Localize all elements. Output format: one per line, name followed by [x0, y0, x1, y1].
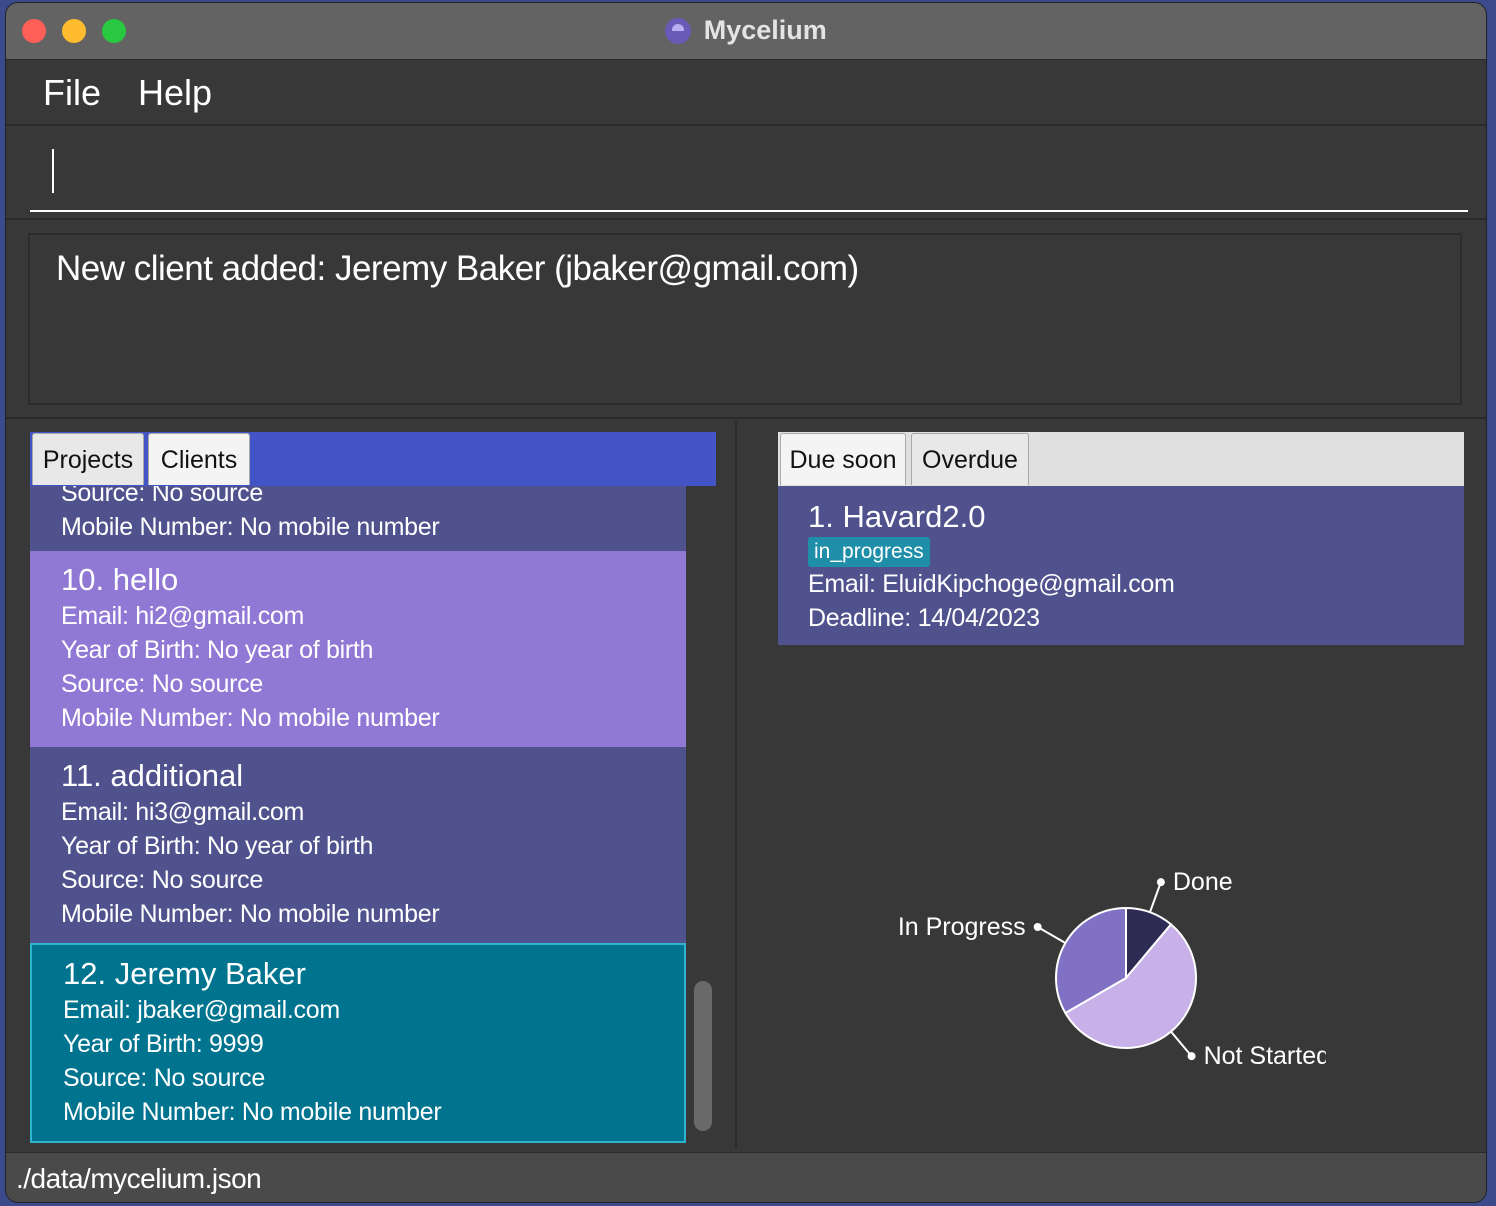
client-name: 10. hello [61, 562, 179, 597]
client-mobile: Mobile Number: No mobile number [61, 900, 440, 928]
pie-label-dot [1033, 923, 1042, 931]
command-input[interactable] [30, 144, 1468, 212]
menu-bar: File Help [6, 60, 1486, 126]
client-email: Email: hi2@gmail.com [61, 602, 305, 630]
client-source: Source: No source [63, 1064, 265, 1092]
project-email: Email: EluidKipchoge@gmail.com [808, 570, 1175, 598]
client-card[interactable]: Source: No source Mobile Number: No mobi… [30, 486, 686, 551]
left-tab-bar: Projects Clients [30, 432, 716, 486]
project-deadline: Deadline: 14/04/2023 [808, 604, 1040, 632]
tab-clients[interactable]: Clients [148, 433, 250, 485]
client-email: Email: hi3@gmail.com [61, 798, 305, 826]
project-status-pie-chart: Done Not Started In Progress [898, 868, 1326, 1070]
client-name: 12. Jeremy Baker [63, 956, 306, 991]
client-email: Email: jbaker@gmail.com [63, 996, 340, 1024]
client-source: Source: No source [61, 486, 263, 507]
client-year-of-birth: Year of Birth: No year of birth [61, 832, 374, 860]
client-year-of-birth: Year of Birth: 9999 [63, 1030, 264, 1058]
project-card[interactable]: 1. Havard2.0 in_progress Email: EluidKip… [778, 486, 1464, 645]
result-display: New client added: Jeremy Baker (jbaker@g… [28, 233, 1462, 405]
client-source: Source: No source [61, 670, 263, 698]
pie-label-line [1170, 1030, 1193, 1057]
status-bar: ./data/mycelium.json [6, 1152, 1486, 1202]
result-message: New client added: Jeremy Baker (jbaker@g… [56, 249, 859, 288]
menu-help[interactable]: Help [138, 72, 212, 114]
pie-label: Done [1173, 868, 1233, 896]
client-list-scroll-thumb[interactable] [694, 981, 712, 1131]
right-tab-bar: Due soon Overdue [778, 432, 1464, 486]
pie-label-line [1037, 926, 1066, 944]
app-window: Mycelium File Help New client added: Jer… [6, 3, 1486, 1202]
tab-due-soon[interactable]: Due soon [780, 433, 906, 485]
client-year-of-birth: Year of Birth: No year of birth [61, 636, 374, 664]
tab-overdue[interactable]: Overdue [911, 433, 1029, 485]
client-list[interactable]: Source: No source Mobile Number: No mobi… [30, 486, 686, 1146]
client-name: 11. additional [61, 758, 244, 793]
project-name: 1. Havard2.0 [808, 499, 986, 534]
pie-label: Not Started [1204, 1042, 1326, 1070]
title-bar: Mycelium [6, 3, 1486, 60]
pie-label-dot [1156, 878, 1165, 887]
client-mobile: Mobile Number: No mobile number [63, 1098, 442, 1126]
horizontal-divider [6, 417, 1486, 419]
pie-label-line [1149, 881, 1162, 913]
window-title: Mycelium [703, 15, 827, 45]
project-status-tag: in_progress [808, 537, 930, 567]
client-mobile: Mobile Number: No mobile number [61, 704, 440, 732]
client-card[interactable]: 10. hello Email: hi2@gmail.com Year of B… [30, 551, 686, 747]
client-card-selected[interactable]: 12. Jeremy Baker Email: jbaker@gmail.com… [30, 943, 686, 1143]
text-caret [52, 149, 54, 193]
pie-label-dot [1187, 1052, 1196, 1061]
pie-label: In Progress [898, 913, 1026, 941]
data-file-path: ./data/mycelium.json [16, 1163, 262, 1194]
client-mobile: Mobile Number: No mobile number [61, 513, 440, 541]
client-source: Source: No source [61, 866, 263, 894]
client-card[interactable]: 11. additional Email: hi3@gmail.com Year… [30, 747, 686, 943]
command-area [6, 126, 1486, 220]
menu-file[interactable]: File [43, 72, 101, 114]
tab-projects[interactable]: Projects [32, 433, 144, 485]
mushroom-app-icon [665, 17, 692, 44]
window-title-group: Mycelium [6, 15, 1486, 46]
split-pane-divider[interactable] [735, 421, 737, 1149]
